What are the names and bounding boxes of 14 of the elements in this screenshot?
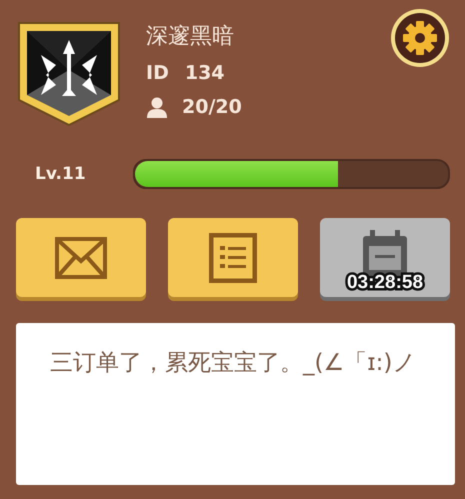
message-text: 三订单了，累死宝宝了。_(∠「ɪ:)ノ xyxy=(16,323,455,485)
member-count: 20/20 xyxy=(182,96,242,118)
level-label: Lv.11 xyxy=(34,164,87,184)
mail-button[interactable] xyxy=(16,218,146,297)
guild-name: 深邃黑暗 xyxy=(146,23,235,51)
id-label: ID xyxy=(146,61,169,86)
mail-icon xyxy=(55,236,107,278)
settings-button[interactable] xyxy=(390,8,450,68)
emblem-icon xyxy=(16,20,122,128)
id-value: 134 xyxy=(184,61,225,86)
list-icon xyxy=(209,232,257,282)
list-button[interactable] xyxy=(168,218,298,297)
person-icon xyxy=(146,96,168,118)
countdown-timer: 03:28:58 xyxy=(346,272,424,294)
